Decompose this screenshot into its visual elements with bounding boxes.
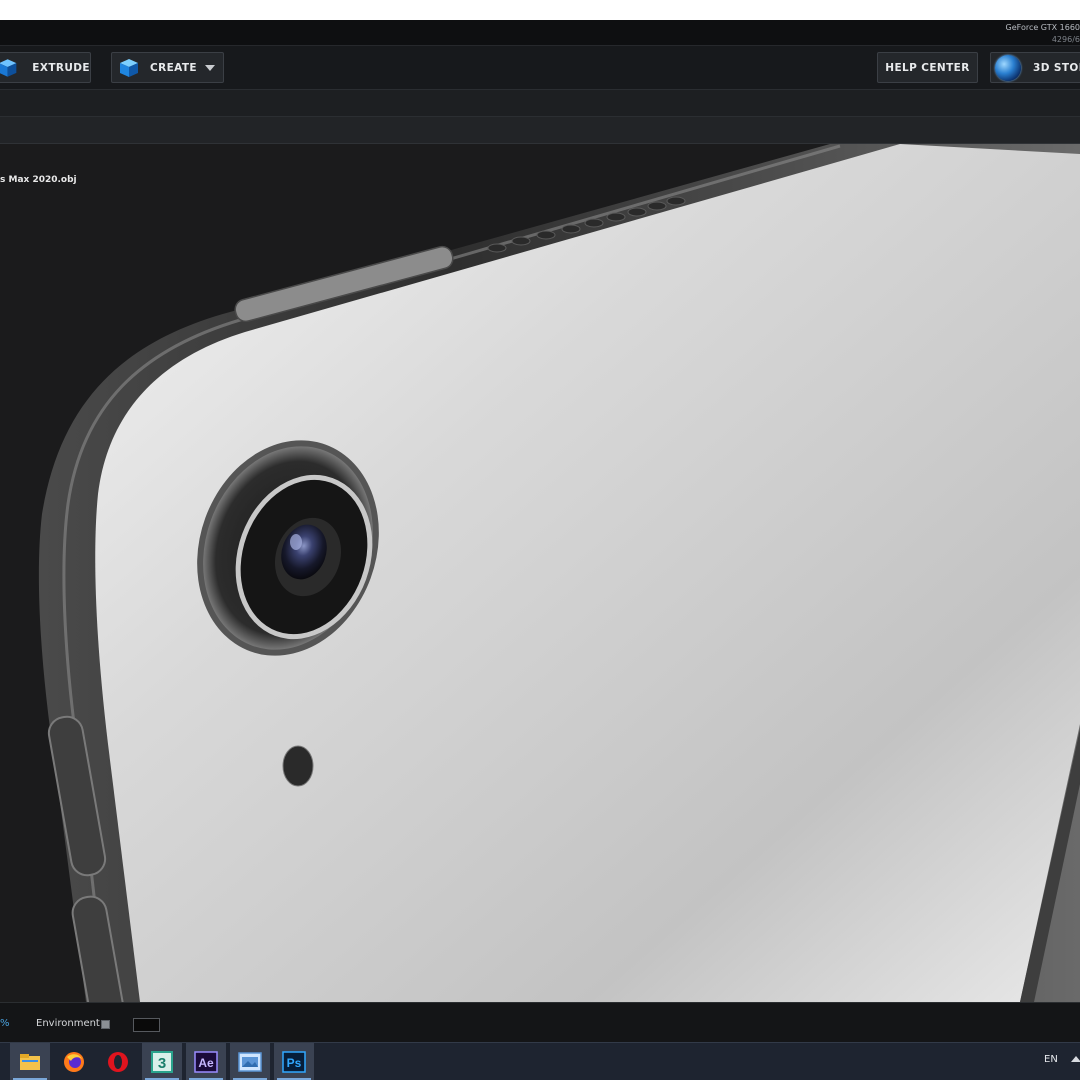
3d-viewport[interactable]: s Max 2020.obj (0, 144, 1080, 1002)
environment-label: Environment (36, 1018, 100, 1029)
help-center-button[interactable]: HELP CENTER (877, 52, 978, 83)
create-button[interactable]: CREATE (111, 52, 224, 83)
3d-store-button[interactable]: 3D STOR (990, 52, 1080, 83)
secondary-toolbar (0, 90, 1080, 117)
extrude-label: EXTRUDE (32, 61, 90, 74)
firefox-icon (64, 1052, 84, 1072)
3d-store-label: 3D STOR (1033, 61, 1080, 74)
gpu-info: GeForce GTX 1660 4296/6 (1006, 22, 1080, 46)
microphone-hole (282, 745, 314, 787)
top-white-strip (0, 0, 1080, 20)
after-effects-icon: Ae (194, 1051, 218, 1073)
help-center-label: HELP CENTER (885, 61, 970, 74)
tray-chevron-up-icon[interactable] (1071, 1056, 1080, 1062)
globe-icon (995, 54, 1021, 81)
tertiary-toolbar (0, 117, 1080, 144)
gpu-memory: 4296/6 (1051, 35, 1080, 44)
environment-color-swatch[interactable] (133, 1018, 160, 1032)
taskbar-after-effects[interactable]: Ae (186, 1043, 226, 1080)
taskbar-photo-viewer[interactable] (230, 1043, 270, 1080)
gpu-name: GeForce GTX 1660 (1005, 23, 1080, 32)
taskbar-photoshop[interactable]: Ps (274, 1043, 314, 1080)
extrude-button[interactable]: EXTRUDE (0, 52, 91, 83)
ps-label: Ps (287, 1056, 302, 1070)
create-cube-icon (120, 58, 138, 77)
percent-readout: % (0, 1018, 10, 1029)
environment-checkbox[interactable] (101, 1020, 110, 1029)
windows-taskbar: 3 Ae Ps EN (0, 1042, 1080, 1080)
status-bar: % Environment (0, 1002, 1080, 1042)
language-indicator[interactable]: EN (1044, 1054, 1058, 1065)
ae-label: Ae (198, 1056, 214, 1070)
extrude-cube-icon (0, 58, 17, 77)
main-toolbar: EXTRUDE CREATE HELP CENTER 3D STOR (0, 46, 1080, 90)
file-name-label: s Max 2020.obj (0, 175, 77, 185)
taskbar-opera[interactable] (98, 1043, 138, 1080)
3ds-max-label: 3 (158, 1055, 166, 1072)
taskbar-firefox[interactable] (54, 1043, 94, 1080)
taskbar-file-explorer[interactable] (10, 1043, 50, 1080)
create-label: CREATE (150, 61, 198, 74)
tablet-render (38, 144, 1080, 1002)
photoshop-icon: Ps (282, 1051, 306, 1073)
opera-icon (108, 1052, 128, 1072)
photo-viewer-icon (238, 1052, 262, 1072)
file-explorer-icon (20, 1054, 40, 1070)
taskbar-3ds-max[interactable]: 3 (142, 1043, 182, 1080)
title-bar: GeForce GTX 1660 4296/6 (0, 20, 1080, 46)
chevron-down-icon (205, 64, 216, 71)
3ds-max-icon: 3 (151, 1051, 173, 1073)
